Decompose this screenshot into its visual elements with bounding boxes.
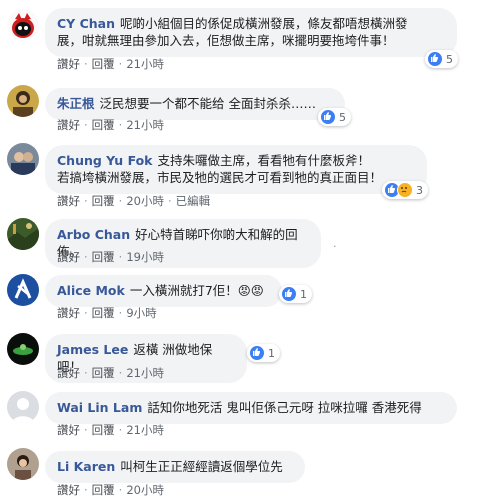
avatar-image bbox=[7, 218, 39, 250]
reaction-summary[interactable]: 3 bbox=[382, 181, 428, 199]
avatar-image bbox=[7, 448, 39, 480]
default-avatar-icon bbox=[7, 391, 39, 423]
comment-author[interactable]: Chung Yu Fok bbox=[57, 153, 153, 168]
comment-timestamp[interactable]: 21小時 bbox=[126, 366, 164, 380]
reply-link[interactable]: 回覆 bbox=[92, 483, 115, 497]
avatar-image bbox=[7, 274, 39, 306]
reaction-count: 1 bbox=[268, 346, 275, 360]
like-reaction-icon bbox=[427, 51, 443, 67]
reaction-summary[interactable]: 1 bbox=[247, 344, 280, 362]
comment-bubble: Wai Lin Lam 話知你地死活 鬼叫佢係己元呀 拉咪拉囉 香港死得 bbox=[45, 392, 457, 424]
comment-text: 泛民想要一个都不能给 全面封杀杀…… bbox=[99, 96, 316, 111]
avatar[interactable] bbox=[7, 143, 39, 175]
comment-bubble: Alice Mok 一入橫洲就打7佢！😡😡 bbox=[45, 275, 282, 307]
reaction-summary[interactable]: 1 bbox=[279, 285, 312, 303]
like-reaction-icon bbox=[320, 109, 336, 125]
reaction-summary[interactable]: 5 bbox=[318, 108, 351, 126]
reply-link[interactable]: 回覆 bbox=[92, 366, 115, 380]
comment-author[interactable]: 朱正根 bbox=[57, 96, 95, 111]
like-link[interactable]: 讚好 bbox=[57, 306, 80, 320]
comment-timestamp[interactable]: 21小時 bbox=[126, 118, 164, 132]
reply-link[interactable]: 回覆 bbox=[92, 57, 115, 71]
reaction-count: 3 bbox=[416, 183, 423, 197]
comment-text: 支持朱囉做主席，看看牠有什麼板斧！ bbox=[157, 153, 371, 168]
comment-author[interactable]: Wai Lin Lam bbox=[57, 400, 142, 415]
comment-bubble: CY Chan 呢啲小組個目的係促成橫洲發展，條友都唔想橫洲發 展，咁就無理由參加… bbox=[45, 8, 457, 57]
like-link[interactable]: 讚好 bbox=[57, 57, 80, 71]
like-link[interactable]: 讚好 bbox=[57, 118, 80, 132]
comment-actions: 讚好 · 回覆 · 20小時 bbox=[57, 483, 164, 497]
comment-text-line2: 展，咁就無理由參加入去，佢想做主席，咪擺明要拖垮件事！ bbox=[57, 33, 395, 48]
comment-actions: 讚好 · 回覆 · 21小時 bbox=[57, 366, 164, 380]
comment-actions: 讚好 · 回覆 · 20小時 · 已編輯 bbox=[57, 194, 211, 208]
avatar[interactable] bbox=[7, 333, 39, 365]
comment-actions: 讚好 · 回覆 · 21小時 bbox=[57, 57, 164, 71]
comment-timestamp[interactable]: 20小時 bbox=[126, 483, 164, 497]
avatar-image bbox=[7, 85, 39, 117]
avatar-image bbox=[7, 333, 39, 365]
comment-author[interactable]: Li Karen bbox=[57, 459, 115, 474]
reply-link[interactable]: 回覆 bbox=[92, 250, 115, 264]
comment-text: 一入橫洲就打7佢！😡😡 bbox=[129, 283, 264, 298]
comment-author[interactable]: CY Chan bbox=[57, 16, 115, 31]
comment-timestamp[interactable]: 20小時 bbox=[126, 194, 164, 208]
comment-text: 叫柯生正正經經讀返個學位先 bbox=[120, 459, 283, 474]
comment-text: 話知你地死活 鬼叫佢係己元呀 拉咪拉囉 香港死得 bbox=[147, 400, 422, 415]
avatar[interactable] bbox=[7, 274, 39, 306]
edited-label[interactable]: 已編輯 bbox=[176, 194, 211, 208]
reply-link[interactable]: 回覆 bbox=[92, 118, 115, 132]
comment-bubble: Li Karen 叫柯生正正經經讀返個學位先 bbox=[45, 451, 305, 483]
comment-timestamp[interactable]: 19小時 bbox=[126, 250, 164, 264]
comment-actions: 讚好 · 回覆 · 21小時 bbox=[57, 423, 164, 437]
comment-bubble: 朱正根 泛民想要一个都不能给 全面封杀杀…… bbox=[45, 88, 345, 120]
avatar[interactable] bbox=[7, 9, 39, 41]
avatar[interactable] bbox=[7, 218, 39, 250]
like-link[interactable]: 讚好 bbox=[57, 194, 80, 208]
avatar[interactable] bbox=[7, 448, 39, 480]
comment-author[interactable]: Arbo Chan bbox=[57, 227, 130, 242]
comment-actions: 讚好 · 回覆 · 19小時 bbox=[57, 250, 164, 264]
reaction-summary[interactable]: 5 bbox=[425, 50, 458, 68]
more-options-icon[interactable]: · bbox=[333, 240, 337, 253]
reply-link[interactable]: 回覆 bbox=[92, 194, 115, 208]
avatar-image bbox=[7, 9, 39, 41]
reply-link[interactable]: 回覆 bbox=[92, 423, 115, 437]
comment-actions: 讚好 · 回覆 · 21小時 bbox=[57, 118, 164, 132]
like-link[interactable]: 讚好 bbox=[57, 483, 80, 497]
like-reaction-icon bbox=[281, 286, 297, 302]
avatar-image bbox=[7, 143, 39, 175]
reaction-count: 5 bbox=[446, 52, 453, 66]
comment-timestamp[interactable]: 9小時 bbox=[126, 306, 156, 320]
comment-bubble: Chung Yu Fok 支持朱囉做主席，看看牠有什麼板斧！ 若搞垮橫洲發展，市民… bbox=[45, 145, 427, 194]
reply-link[interactable]: 回覆 bbox=[92, 306, 115, 320]
avatar[interactable] bbox=[7, 85, 39, 117]
avatar[interactable] bbox=[7, 391, 39, 423]
like-reaction-icon bbox=[249, 345, 265, 361]
sad-reaction-icon bbox=[397, 182, 413, 198]
comment-author[interactable]: Alice Mok bbox=[57, 283, 125, 298]
comment-author[interactable]: James Lee bbox=[57, 342, 128, 357]
like-link[interactable]: 讚好 bbox=[57, 250, 80, 264]
reaction-count: 5 bbox=[339, 110, 346, 124]
comment-text-line2: 若搞垮橫洲發展，市民及牠的選民才可看到牠的真正面目！ bbox=[57, 170, 383, 185]
comment-timestamp[interactable]: 21小時 bbox=[126, 57, 164, 71]
comment-actions: 讚好 · 回覆 · 9小時 bbox=[57, 306, 157, 320]
comment-text: 呢啲小組個目的係促成橫洲發展，條友都唔想橫洲發 bbox=[119, 16, 408, 31]
reaction-count: 1 bbox=[300, 287, 307, 301]
like-link[interactable]: 讚好 bbox=[57, 366, 80, 380]
comment-timestamp[interactable]: 21小時 bbox=[126, 423, 164, 437]
like-link[interactable]: 讚好 bbox=[57, 423, 80, 437]
